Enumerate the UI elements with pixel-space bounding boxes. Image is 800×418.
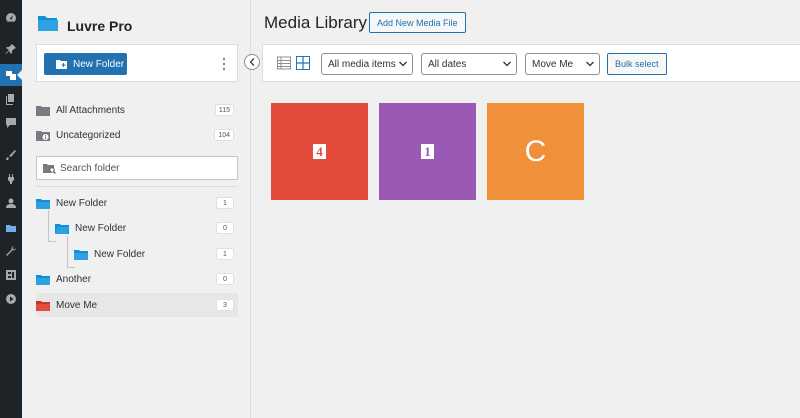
folder-logo-icon [37, 14, 59, 37]
search-folder-field[interactable] [36, 156, 238, 180]
new-folder-button[interactable]: New Folder [44, 53, 127, 75]
folder-icon[interactable] [4, 221, 18, 235]
chevron-down-icon [399, 61, 407, 67]
users-icon[interactable] [4, 196, 18, 210]
folder-icon [36, 198, 50, 209]
folder-label: New Folder [94, 248, 146, 260]
media-date-value: All dates [428, 58, 467, 70]
folder-label: New Folder [56, 197, 108, 209]
folder-filter-value: Move Me [532, 58, 574, 70]
brand-name: Luvre Pro [67, 17, 133, 34]
media-date-select[interactable]: All dates [421, 53, 517, 75]
folder-item[interactable]: New Folder 1 [36, 242, 238, 266]
more-options-icon[interactable] [221, 56, 227, 72]
list-view-icon[interactable] [277, 56, 291, 70]
folder-count: 0 [216, 273, 234, 285]
media-thumbnail[interactable]: 1 [379, 103, 476, 200]
media-thumbnail[interactable]: C [487, 103, 584, 200]
media-label: C [524, 134, 547, 168]
folder-count: 1 [216, 197, 234, 209]
media-label: 4 [313, 144, 326, 159]
folder-count: 1 [216, 248, 234, 260]
media-thumbnail[interactable]: 4 [271, 103, 368, 200]
media-label: 1 [421, 144, 434, 159]
play-icon[interactable] [4, 292, 18, 306]
chevron-down-icon [586, 61, 594, 67]
folder-item[interactable]: New Folder 1 [36, 191, 238, 215]
uncategorized-item[interactable]: Uncategorized 104 [36, 123, 238, 147]
all-attachments-count: 115 [214, 104, 234, 116]
settings-icon[interactable] [4, 268, 18, 282]
divider [36, 186, 238, 187]
folder-search-icon [43, 163, 56, 174]
folder-item[interactable]: New Folder 0 [36, 216, 238, 240]
add-new-media-button[interactable]: Add New Media File [369, 12, 466, 33]
folder-sidebar: Luvre Pro New Folder All Attachments 115… [22, 0, 251, 418]
media-filter-bar: All media items All dates Move Me Bulk s… [262, 44, 800, 82]
comments-icon[interactable] [4, 116, 18, 130]
chevron-left-icon [249, 58, 255, 66]
folder-icon [36, 105, 50, 116]
dashboard-icon[interactable] [4, 11, 18, 25]
media-type-select[interactable]: All media items [321, 53, 413, 75]
folder-label: Another [56, 273, 92, 285]
admin-menu [0, 0, 23, 418]
folder-info-icon [36, 130, 50, 141]
all-attachments-label: All Attachments [56, 104, 125, 116]
folder-icon [36, 300, 50, 311]
page-title: Media Library [264, 13, 367, 32]
folder-icon [74, 249, 88, 260]
folder-label: Move Me [56, 299, 98, 311]
folder-count: 3 [216, 299, 234, 311]
folder-open-icon [55, 223, 69, 234]
folder-label: New Folder [75, 222, 127, 234]
uncategorized-count: 104 [214, 129, 234, 141]
folder-filter-select[interactable]: Move Me [525, 53, 600, 75]
tools-icon[interactable] [4, 244, 18, 258]
folder-item-selected[interactable]: Move Me 3 [36, 293, 238, 317]
media-icon [4, 68, 18, 82]
plugins-icon[interactable] [4, 172, 18, 186]
folder-item[interactable]: Another 0 [36, 267, 238, 291]
bulk-select-button[interactable]: Bulk select [607, 53, 667, 75]
appearance-icon[interactable] [4, 148, 18, 162]
pages-icon[interactable] [4, 92, 18, 106]
all-attachments-item[interactable]: All Attachments 115 [36, 98, 238, 122]
folder-plus-icon [56, 60, 67, 69]
brand: Luvre Pro [37, 14, 132, 37]
chevron-down-icon [503, 61, 511, 67]
uncategorized-label: Uncategorized [56, 129, 121, 141]
new-folder-label: New Folder [73, 58, 125, 70]
search-folder-input[interactable] [60, 162, 230, 174]
folder-icon [36, 274, 50, 285]
folder-toolbox: New Folder [36, 44, 238, 82]
folder-count: 0 [216, 222, 234, 234]
pin-icon[interactable] [4, 42, 18, 56]
media-library-main: Media Library Add New Media File All med… [251, 0, 800, 418]
grid-view-icon[interactable] [296, 56, 310, 70]
media-type-value: All media items [328, 58, 396, 70]
collapse-sidebar-button[interactable] [244, 54, 260, 70]
